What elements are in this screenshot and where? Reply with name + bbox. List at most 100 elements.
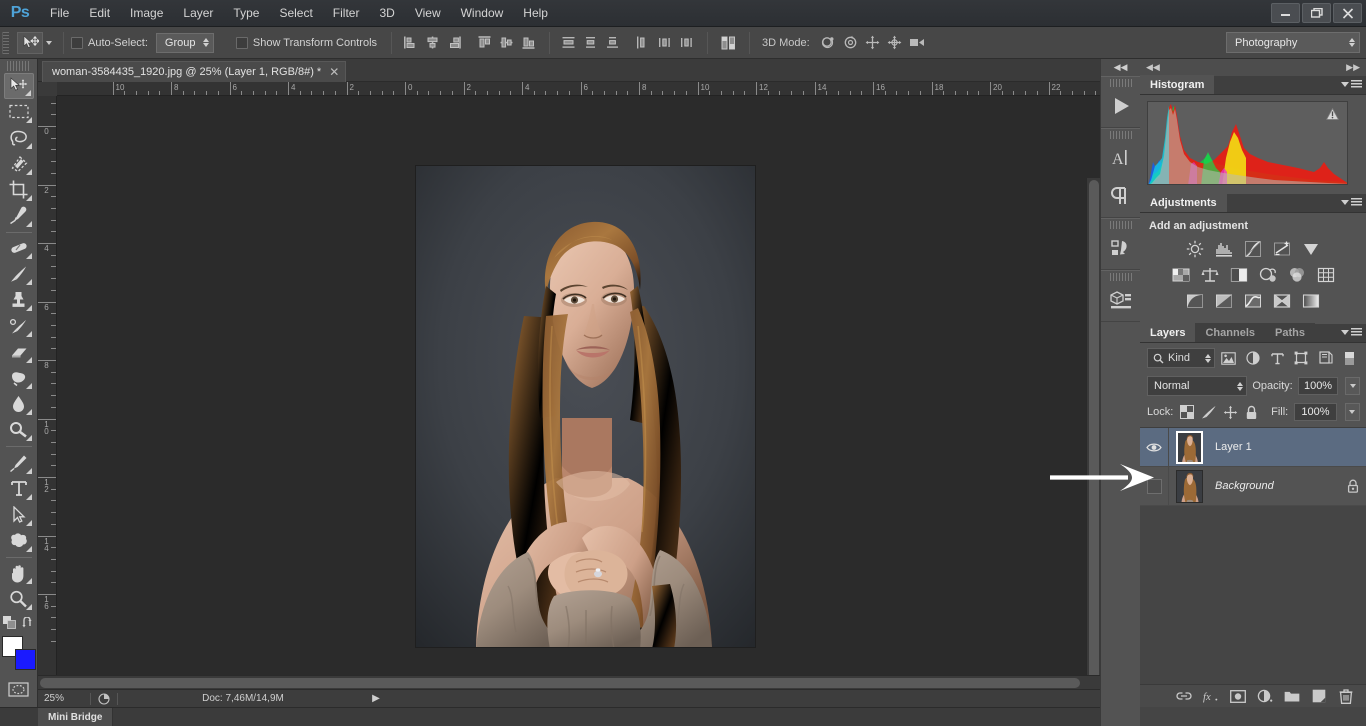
tab-layers[interactable]: Layers: [1140, 323, 1196, 342]
selective-color-adjustment-icon[interactable]: [1269, 290, 1295, 312]
histogram-panel-menu-icon[interactable]: [1341, 80, 1362, 89]
canvas-vertical-scrollbar[interactable]: [1086, 178, 1100, 726]
delete-layer-button[interactable]: [1338, 688, 1354, 704]
align-top-edges-icon[interactable]: [473, 32, 495, 54]
uncached-data-warning-icon[interactable]: [1325, 107, 1340, 120]
character-panel-icon[interactable]: A: [1101, 139, 1141, 177]
channel-mixer-adjustment-icon[interactable]: [1284, 264, 1310, 286]
menu-select[interactable]: Select: [269, 0, 322, 27]
menu-file[interactable]: File: [40, 0, 79, 27]
history-panel-icon[interactable]: [1101, 229, 1141, 267]
dock-group-grip[interactable]: [1109, 273, 1132, 281]
scrollbar-thumb[interactable]: [40, 678, 1080, 688]
close-button[interactable]: [1333, 3, 1362, 23]
lock-all-icon[interactable]: [1244, 404, 1259, 420]
add-layer-mask-button[interactable]: [1230, 688, 1246, 704]
tab-adjustments[interactable]: Adjustments: [1140, 193, 1227, 212]
layer-visibility-toggle[interactable]: [1140, 466, 1169, 506]
roll-3d-icon[interactable]: [840, 32, 862, 54]
fill-slider-caret-icon[interactable]: [1344, 403, 1360, 421]
panel-collapse-right-icon[interactable]: ▶▶: [1346, 62, 1360, 73]
dodge-tool[interactable]: [4, 417, 34, 443]
tools-panel-grip[interactable]: [6, 61, 31, 71]
align-left-edges-icon[interactable]: [399, 32, 421, 54]
crop-tool[interactable]: [4, 177, 34, 203]
layer-name[interactable]: Layer 1: [1209, 441, 1340, 453]
table-row[interactable]: Background: [1140, 466, 1366, 506]
auto-align-layers-icon[interactable]: [715, 32, 741, 54]
dock-collapse-button[interactable]: ◀◀: [1101, 59, 1140, 76]
layer-hidden-checkbox[interactable]: [1146, 478, 1162, 494]
distribute-vertical-centers-icon[interactable]: [579, 32, 601, 54]
tab-channels[interactable]: Channels: [1195, 323, 1265, 342]
tab-histogram[interactable]: Histogram: [1140, 75, 1215, 94]
lock-image-pixels-icon[interactable]: [1201, 404, 1217, 420]
menu-help[interactable]: Help: [513, 0, 558, 27]
new-group-button[interactable]: [1284, 688, 1300, 704]
new-layer-button[interactable]: [1311, 688, 1327, 704]
layers-panel-menu-icon[interactable]: [1341, 328, 1362, 337]
blend-mode-dropdown[interactable]: Normal: [1147, 376, 1248, 396]
align-bottom-edges-icon[interactable]: [517, 32, 539, 54]
lasso-tool[interactable]: [4, 125, 34, 151]
tool-preset-picker[interactable]: [13, 31, 56, 55]
menu-layer[interactable]: Layer: [173, 0, 223, 27]
spot-healing-brush-tool[interactable]: [4, 236, 34, 262]
menu-type[interactable]: Type: [223, 0, 269, 27]
curves-adjustment-icon[interactable]: [1240, 238, 1266, 260]
show-transform-checkbox[interactable]: [235, 36, 248, 49]
new-fill-adjustment-layer-button[interactable]: [1257, 688, 1273, 704]
layer-name[interactable]: Background: [1209, 480, 1340, 492]
opacity-slider-caret-icon[interactable]: [1345, 377, 1360, 395]
distribute-left-edges-icon[interactable]: [631, 32, 653, 54]
filter-type-layers-icon[interactable]: [1267, 348, 1287, 368]
color-lookup-adjustment-icon[interactable]: [1313, 264, 1339, 286]
document-tab-close-icon[interactable]: ✕: [329, 66, 339, 78]
default-colors-icon[interactable]: [2, 616, 16, 632]
tab-paths[interactable]: Paths: [1265, 323, 1315, 342]
quick-mask-toggle[interactable]: [4, 676, 34, 702]
layer-style-fx-button[interactable]: fx: [1203, 688, 1219, 704]
menu-edit[interactable]: Edit: [79, 0, 120, 27]
zoom-tool[interactable]: [4, 586, 34, 612]
quick-selection-tool[interactable]: [4, 151, 34, 177]
distribute-top-edges-icon[interactable]: [557, 32, 579, 54]
hand-tool[interactable]: [4, 561, 34, 587]
hue-saturation-adjustment-icon[interactable]: [1168, 264, 1194, 286]
document-proxy-preview-icon[interactable]: [91, 692, 117, 705]
filter-shape-layers-icon[interactable]: [1291, 348, 1311, 368]
vertical-ruler[interactable]: 20246810121416: [38, 96, 57, 689]
table-row[interactable]: Layer 1: [1140, 427, 1366, 467]
document-image[interactable]: [415, 165, 756, 648]
tool-preset-caret-icon[interactable]: [46, 40, 52, 45]
levels-adjustment-icon[interactable]: [1211, 238, 1237, 260]
scrollbar-thumb[interactable]: [1089, 180, 1099, 726]
options-bar-grip[interactable]: [2, 31, 9, 54]
auto-select-checkbox[interactable]: [71, 36, 83, 49]
link-layers-button[interactable]: [1176, 688, 1192, 704]
black-white-adjustment-icon[interactable]: [1226, 264, 1252, 286]
paragraph-panel-icon[interactable]: [1101, 177, 1141, 215]
layer-filter-kind-dropdown[interactable]: Kind: [1147, 348, 1215, 368]
brightness-contrast-adjustment-icon[interactable]: [1182, 238, 1208, 260]
distribute-horizontal-centers-icon[interactable]: [653, 32, 675, 54]
document-tab[interactable]: woman-3584435_1920.jpg @ 25% (Layer 1, R…: [42, 61, 347, 82]
dock-group-grip[interactable]: [1109, 131, 1132, 139]
custom-shape-tool[interactable]: [4, 528, 34, 554]
dock-group-grip[interactable]: [1109, 221, 1132, 229]
minimize-button[interactable]: [1271, 3, 1300, 23]
posterize-adjustment-icon[interactable]: [1211, 290, 1237, 312]
filter-smart-objects-icon[interactable]: [1316, 348, 1336, 368]
background-color-swatch[interactable]: [14, 649, 36, 671]
lock-position-icon[interactable]: [1223, 404, 1238, 420]
vibrance-adjustment-icon[interactable]: [1298, 238, 1324, 260]
path-selection-tool[interactable]: [4, 502, 34, 528]
3d-panel-icon[interactable]: [1101, 281, 1141, 319]
menu-view[interactable]: View: [405, 0, 451, 27]
history-brush-tool[interactable]: [4, 313, 34, 339]
panel-collapse-left-icon[interactable]: ◀◀: [1146, 62, 1160, 73]
horizontal-ruler[interactable]: 10 8 6 4 2 0 2 4 6 8 10 12 14 16 18 20 22: [57, 82, 1100, 96]
layer-visibility-toggle[interactable]: [1140, 427, 1169, 467]
lock-transparent-pixels-icon[interactable]: [1179, 404, 1194, 420]
menu-window[interactable]: Window: [451, 0, 514, 27]
